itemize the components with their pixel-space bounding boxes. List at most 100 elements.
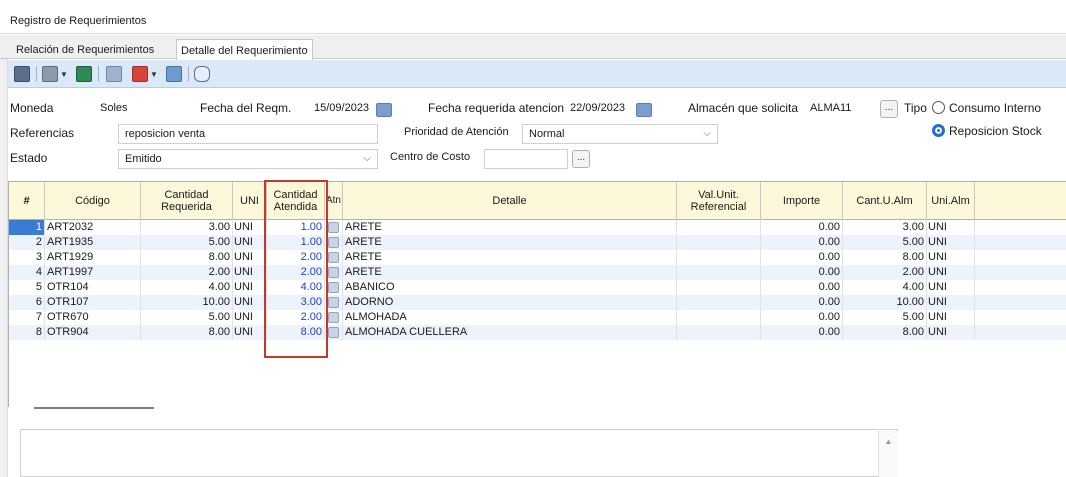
- cell-cant-u-alm: 5.00: [843, 310, 927, 325]
- moneda-select[interactable]: Soles ⌵: [94, 99, 214, 119]
- save-button[interactable]: [14, 66, 30, 82]
- attention-detail-icon[interactable]: [328, 327, 339, 338]
- calendar-icon[interactable]: [376, 103, 392, 117]
- col-header-cant-u-alm[interactable]: Cant.U.Alm: [843, 182, 927, 220]
- notes-textarea[interactable]: [20, 429, 898, 477]
- print-button[interactable]: ▼: [42, 66, 68, 82]
- notes-scrollbar[interactable]: ▲: [878, 431, 898, 477]
- chevron-down-icon: ⌵: [363, 153, 371, 164]
- attention-detail-icon[interactable]: [328, 267, 339, 278]
- header-form: Moneda Soles ⌵ Fecha del Reqm. 15/09/202…: [8, 89, 1066, 177]
- table-row[interactable]: 3 ART1929 8.00 UNI 2.00 ARETE 0.00 8.00 UNI: [9, 250, 1066, 265]
- radio-consumo-interno[interactable]: [932, 101, 945, 114]
- horizontal-scrollbar[interactable]: [34, 407, 154, 409]
- attention-detail-icon[interactable]: [328, 282, 339, 293]
- cell-cant-atendida[interactable]: 2.00: [267, 250, 325, 265]
- referencias-input[interactable]: reposicion venta: [118, 124, 378, 144]
- tab-relacion-requerimientos[interactable]: Relación de Requerimientos: [12, 41, 158, 59]
- almacen-input[interactable]: ALMA11: [804, 99, 876, 119]
- table-row[interactable]: 2 ART1935 5.00 UNI 1.00 ARETE 0.00 5.00 UNI: [9, 235, 1066, 250]
- cell-uni-alm: UNI: [927, 220, 975, 235]
- cell-atn: [325, 220, 343, 235]
- table-row[interactable]: 4 ART1997 2.00 UNI 2.00 ARETE 0.00 2.00 UNI: [9, 265, 1066, 280]
- cell-uni-alm: UNI: [927, 295, 975, 310]
- cell-uni: UNI: [233, 220, 267, 235]
- col-header-cant-req[interactable]: Cantidad Requerida: [141, 182, 233, 220]
- excel-icon: [76, 66, 92, 82]
- detail-grid: # Código Cantidad Requerida UNI Cantidad…: [8, 181, 1066, 407]
- col-header-atn[interactable]: Atn: [325, 182, 343, 220]
- table-row[interactable]: 1 ART2032 3.00 UNI 1.00 ARETE 0.00 3.00 UNI: [9, 220, 1066, 235]
- table-row[interactable]: 7 OTR670 5.00 UNI 2.00 ALMOHADA 0.00 5.00 UNI: [9, 310, 1066, 325]
- col-header-importe[interactable]: Importe: [761, 182, 843, 220]
- prioridad-label: Prioridad de Atención: [404, 126, 509, 138]
- pdf-button[interactable]: ▼: [132, 66, 158, 82]
- report-button[interactable]: [166, 66, 182, 82]
- document-button[interactable]: [106, 66, 122, 82]
- cell-atn: [325, 265, 343, 280]
- cell-atn: [325, 325, 343, 340]
- cell-detalle: ALMOHADA: [343, 310, 677, 325]
- cell-num: 6: [9, 295, 45, 310]
- cell-cant-atendida[interactable]: 3.00: [267, 295, 325, 310]
- cell-num: 1: [9, 220, 45, 235]
- email-button[interactable]: [194, 66, 210, 82]
- cell-importe: 0.00: [761, 235, 843, 250]
- chevron-down-icon: ⌵: [703, 128, 711, 139]
- attention-detail-icon[interactable]: [328, 222, 339, 233]
- table-row[interactable]: 5 OTR104 4.00 UNI 4.00 ABANICO 0.00 4.00 UNI: [9, 280, 1066, 295]
- tab-detalle-requerimiento[interactable]: Detalle del Requerimiento: [176, 39, 313, 60]
- centro-costo-input[interactable]: [484, 149, 568, 169]
- table-row[interactable]: 8 OTR904 8.00 UNI 8.00 ALMOHADA CUELLERA 0.00 8…: [9, 325, 1066, 340]
- report-icon: [166, 66, 182, 82]
- cell-cant-atendida[interactable]: 1.00: [267, 235, 325, 250]
- fecha-atencion-input[interactable]: 22/09/2023: [564, 99, 630, 119]
- cell-cant-atendida[interactable]: 8.00: [267, 325, 325, 340]
- col-header-val-unit[interactable]: Val.Unit. Referencial: [677, 182, 761, 220]
- referencias-label: Referencias: [10, 126, 75, 140]
- cell-val-unit: [677, 250, 761, 265]
- cell-uni-alm: UNI: [927, 250, 975, 265]
- moneda-label: Moneda: [10, 101, 54, 115]
- estado-select[interactable]: Emitido ⌵: [118, 149, 378, 169]
- moneda-value: Soles: [100, 102, 128, 114]
- fecha-reqm-input[interactable]: 15/09/2023: [308, 99, 372, 119]
- cell-cant-atendida[interactable]: 4.00: [267, 280, 325, 295]
- col-header-uni[interactable]: UNI: [233, 182, 267, 220]
- col-header-detalle[interactable]: Detalle: [343, 182, 677, 220]
- attention-detail-icon[interactable]: [328, 237, 339, 248]
- almacen-lookup-button[interactable]: ...: [880, 100, 898, 118]
- toolbar-separator: [36, 66, 37, 82]
- col-header-num[interactable]: #: [9, 182, 45, 220]
- cell-importe: 0.00: [761, 310, 843, 325]
- calendar-icon[interactable]: [636, 103, 652, 117]
- cell-importe: 0.00: [761, 280, 843, 295]
- cell-uni: UNI: [233, 325, 267, 340]
- col-header-cant-atendida[interactable]: Cantidad Atendida: [267, 182, 325, 220]
- col-header-uni-alm[interactable]: Uni.Alm: [927, 182, 975, 220]
- radio-reposicion-stock[interactable]: [932, 124, 945, 137]
- prioridad-select[interactable]: Normal ⌵: [522, 124, 718, 144]
- cell-cant-atendida[interactable]: 2.00: [267, 265, 325, 280]
- col-header-codigo[interactable]: Código: [45, 182, 141, 220]
- cell-importe: 0.00: [761, 295, 843, 310]
- excel-button[interactable]: [76, 66, 92, 82]
- attention-detail-icon[interactable]: [328, 312, 339, 323]
- centro-costo-lookup-button[interactable]: ...: [572, 150, 590, 168]
- tab-bar: Relación de Requerimientos Detalle del R…: [0, 35, 1066, 60]
- consumo-interno-label: Consumo Interno: [949, 101, 1042, 115]
- table-row[interactable]: 6 OTR107 10.00 UNI 3.00 ADORNO 0.00 10.00 UNI: [9, 295, 1066, 310]
- cell-cant-atendida[interactable]: 2.00: [267, 310, 325, 325]
- attention-detail-icon[interactable]: [328, 297, 339, 308]
- cell-codigo: OTR104: [45, 280, 141, 295]
- scroll-up-icon[interactable]: ▲: [885, 437, 893, 446]
- cell-importe: 0.00: [761, 265, 843, 280]
- cell-val-unit: [677, 220, 761, 235]
- chevron-down-icon: ▼: [60, 69, 68, 79]
- attention-detail-icon[interactable]: [328, 252, 339, 263]
- cell-importe: 0.00: [761, 220, 843, 235]
- cell-detalle: ARETE: [343, 235, 677, 250]
- cell-cant-atendida[interactable]: 1.00: [267, 220, 325, 235]
- cell-val-unit: [677, 295, 761, 310]
- save-icon: [14, 66, 30, 82]
